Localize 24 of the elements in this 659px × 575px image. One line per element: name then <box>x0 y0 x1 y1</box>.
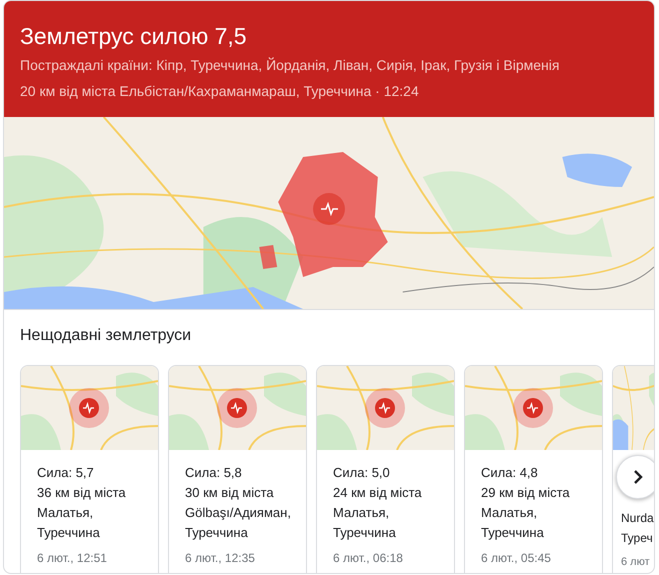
earthquake-card[interactable]: Сила: 4,8 29 км від міста Малатья, Туреччина 6 лют., 05:45 <box>464 365 603 573</box>
earthquake-card[interactable]: Сила: 5,7 36 км від міста Малатья, Туреччина 6 лют., 12:51 <box>20 365 159 573</box>
location-text: 24 км від міста Малатья, Туреччина <box>333 484 423 542</box>
magnitude-label: Сила: 5,7 <box>37 464 95 482</box>
location-text: Nurda <box>621 510 654 527</box>
time-label: 6 лют., 12:35 <box>185 551 256 565</box>
location-text: Туреч <box>621 530 654 547</box>
earthquake-card[interactable]: Сила: 5,0 24 км від міста Малатья, Туреччина 6 лют., 06:18 <box>316 365 455 573</box>
time-label: 6 лют., 12:51 <box>37 551 108 565</box>
time-label: 6 лют., 06:18 <box>333 551 404 565</box>
affected-countries: Постраждалі країни: Кіпр, Туреччина, Йорданія, Ліван, Сирія, Ірак, Грузія і Вірменія <box>20 56 560 75</box>
earthquake-card[interactable]: Сила: 5,8 30 км від міста Gölbaşı/Адияман, Туреччина 6 лют., 12:35 <box>168 365 307 573</box>
magnitude-label: Сила: 4,8 <box>481 464 539 482</box>
location-text: 30 км від міста Gölbaşı/Адияман, Туреччина <box>185 484 292 542</box>
time-label: 6 лют., 05:45 <box>481 551 552 565</box>
location-text: 29 км від міста Малатья, Туреччина <box>481 484 571 542</box>
epicenter-location: 20 км від міста Ельбістан/Кахраманмараш, Туреччина · 12:24 <box>20 82 420 101</box>
time-label: 6 лют <box>621 556 651 568</box>
next-button[interactable] <box>616 455 654 499</box>
earthquake-title: Землетрус силою 7,5 <box>20 22 248 51</box>
location-text: 36 км від міста Малатья, Туреччина <box>37 484 127 542</box>
section-heading: Нещодавні землетруси <box>20 326 192 346</box>
magnitude-label: Сила: 5,0 <box>333 464 391 482</box>
magnitude-label: Сила: 5,8 <box>185 464 243 482</box>
